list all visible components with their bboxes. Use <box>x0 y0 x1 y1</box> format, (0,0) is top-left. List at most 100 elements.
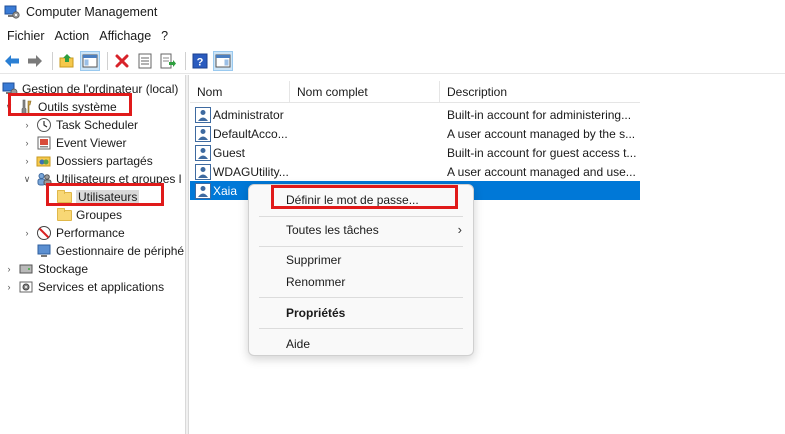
menu-separator <box>259 246 463 247</box>
title-bar: Computer Management <box>0 0 785 24</box>
menu-separator <box>259 328 463 329</box>
tree-item-utilisateurs-groupes[interactable]: ∨ Utilisateurs et groupes l <box>22 170 182 188</box>
toolbar: ? <box>0 48 785 74</box>
tree-item-label: Services et applications <box>38 280 165 294</box>
event-viewer-icon <box>36 135 52 151</box>
tree-item-label: Outils système <box>38 100 117 114</box>
menu-action[interactable]: Action <box>50 29 95 43</box>
menu-item-rename[interactable]: Renommer <box>250 271 472 293</box>
storage-icon <box>18 261 34 277</box>
forward-button[interactable] <box>25 51 45 71</box>
pane-splitter[interactable] <box>186 75 189 434</box>
tree-item-groupes[interactable]: Groupes <box>56 206 122 224</box>
list-header: Nom Nom complet Description <box>190 80 640 103</box>
clock-icon <box>36 117 52 133</box>
console-tree: Gestion de l'ordinateur (local) ∨ Outils… <box>0 75 186 434</box>
tree-item-label: Gestionnaire de périphé <box>56 244 185 258</box>
delete-icon <box>115 54 129 67</box>
menu-item-set-password[interactable]: Définir le mot de passe... <box>250 189 472 211</box>
context-menu: Définir le mot de passe... Toutes les tâ… <box>248 184 474 356</box>
tree-item-outils-systeme[interactable]: ∨ Outils système <box>4 98 117 116</box>
tree-item-performance[interactable]: › Performance <box>22 224 125 242</box>
chevron-right-icon[interactable]: › <box>22 156 32 166</box>
tree-item-utilisateurs[interactable]: Utilisateurs <box>56 188 140 206</box>
cell-nom: Administrator <box>213 107 284 122</box>
menu-item-help[interactable]: Aide <box>250 333 472 355</box>
up-folder-icon <box>59 53 74 67</box>
tree-item-gestionnaire-peripheriques[interactable]: Gestionnaire de périphé <box>36 242 184 260</box>
tree-item-dossiers-partages[interactable]: › Dossiers partagés <box>22 152 153 170</box>
tree-item-label: Event Viewer <box>56 136 127 150</box>
chevron-right-icon[interactable]: › <box>22 138 32 148</box>
menu-item-properties[interactable]: Propriétés <box>250 302 472 324</box>
tree-item-stockage[interactable]: › Stockage <box>4 260 89 278</box>
computer-management-icon <box>2 81 18 97</box>
help-button[interactable]: ? <box>190 51 210 71</box>
help-icon: ? <box>192 53 208 68</box>
table-row[interactable]: Administrator Built-in account for admin… <box>190 105 640 124</box>
up-level-button[interactable] <box>57 51 77 71</box>
tree-item-label: Performance <box>56 226 125 240</box>
menu-item-delete[interactable]: Supprimer <box>250 249 472 271</box>
user-icon <box>195 125 211 142</box>
menu-affichage[interactable]: Affichage <box>94 29 156 43</box>
chevron-right-icon: › <box>457 222 462 237</box>
tree-item-label: Groupes <box>76 208 123 222</box>
tree-item-label: Task Scheduler <box>56 118 139 132</box>
svg-text:?: ? <box>197 56 204 68</box>
column-header-nom-complet[interactable]: Nom complet <box>290 80 440 103</box>
delete-button[interactable] <box>112 51 132 71</box>
services-icon <box>18 279 34 295</box>
show-hide-tree-icon <box>82 54 98 67</box>
table-row[interactable]: Guest Built-in account for guest access … <box>190 143 640 162</box>
menu-separator <box>259 297 463 298</box>
show-hide-tree-button[interactable] <box>80 50 100 71</box>
chevron-right-icon[interactable]: › <box>4 282 14 292</box>
device-manager-icon <box>36 243 52 259</box>
menu-fichier[interactable]: Fichier <box>2 29 50 43</box>
chevron-right-icon[interactable]: › <box>22 120 32 130</box>
menu-help[interactable]: ? <box>156 29 173 43</box>
tree-item-label: Dossiers partagés <box>56 154 153 168</box>
cell-description: Built-in account for administering... <box>447 107 632 122</box>
table-row[interactable]: DefaultAcco... A user account managed by… <box>190 124 640 143</box>
show-action-pane-icon <box>215 54 231 67</box>
tree-item-task-scheduler[interactable]: › Task Scheduler <box>22 116 138 134</box>
export-list-icon <box>160 53 176 68</box>
chevron-down-icon[interactable]: ∨ <box>22 174 32 184</box>
users-group-icon <box>36 171 52 187</box>
properties-icon <box>138 53 152 68</box>
column-header-description[interactable]: Description <box>440 81 640 103</box>
cell-description: A user account managed and use... <box>447 164 636 179</box>
user-icon <box>195 144 211 161</box>
chevron-right-icon[interactable]: › <box>4 264 14 274</box>
cell-description: A user account managed by the s... <box>447 126 636 141</box>
cell-nom: Guest <box>213 145 246 160</box>
toolbar-separator <box>185 51 186 70</box>
chevron-down-icon[interactable]: ∨ <box>4 102 14 112</box>
tree-item-root[interactable]: Gestion de l'ordinateur (local) <box>2 80 178 98</box>
cell-nom: DefaultAcco... <box>213 126 288 141</box>
tree-item-event-viewer[interactable]: › Event Viewer <box>22 134 127 152</box>
computer-management-icon <box>4 4 20 20</box>
menu-item-all-tasks[interactable]: Toutes les tâches › <box>250 219 472 241</box>
column-header-nom[interactable]: Nom <box>190 80 290 103</box>
show-action-pane-button[interactable] <box>213 50 233 71</box>
folder-icon <box>56 207 72 223</box>
toolbar-separator <box>107 51 108 70</box>
back-button[interactable] <box>2 51 22 71</box>
shared-folder-icon <box>36 153 52 169</box>
properties-button[interactable] <box>135 51 155 71</box>
folder-icon <box>56 189 72 205</box>
tree-item-services-applications[interactable]: › Services et applications <box>4 278 165 296</box>
tree-item-label: Stockage <box>38 262 89 276</box>
chevron-right-icon[interactable]: › <box>22 228 32 238</box>
cell-description: Built-in account for guest access t... <box>447 145 636 160</box>
cell-nom: WDAGUtility... <box>213 164 289 179</box>
tree-item-label: Utilisateurs et groupes l <box>56 172 182 186</box>
export-list-button[interactable] <box>158 51 178 71</box>
user-icon <box>195 182 211 199</box>
menu-bar: Fichier Action Affichage ? <box>0 24 785 48</box>
tools-icon <box>18 99 34 115</box>
table-row[interactable]: WDAGUtility... A user account managed an… <box>190 162 640 181</box>
